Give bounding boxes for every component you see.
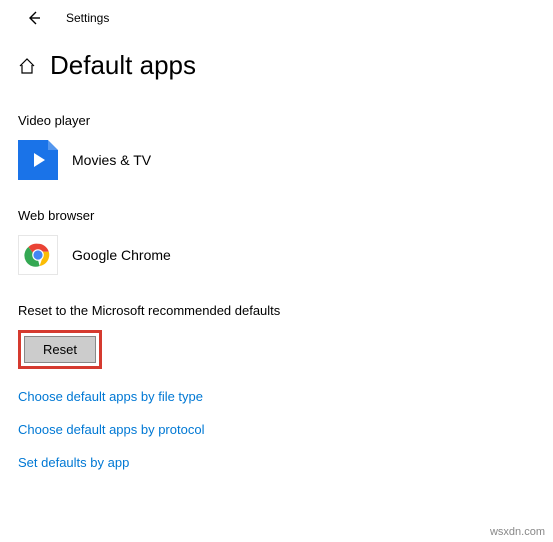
- content-area: Video player Movies & TV Web browser Goo…: [0, 87, 553, 470]
- web-browser-selection[interactable]: Google Chrome: [18, 235, 535, 275]
- video-player-selection[interactable]: Movies & TV: [18, 140, 535, 180]
- title-bar: Settings: [0, 0, 553, 32]
- watermark-text: wsxdn.com: [490, 526, 545, 538]
- window-title: Settings: [66, 11, 109, 25]
- home-icon[interactable]: [18, 57, 36, 75]
- link-set-defaults-by-app[interactable]: Set defaults by app: [18, 455, 535, 470]
- reset-highlight-box: Reset: [18, 330, 102, 369]
- web-browser-app-name: Google Chrome: [72, 247, 171, 263]
- reset-button[interactable]: Reset: [24, 336, 96, 363]
- link-default-by-file-type[interactable]: Choose default apps by file type: [18, 389, 535, 404]
- movies-tv-icon: [18, 140, 58, 180]
- video-player-app-name: Movies & TV: [72, 152, 151, 168]
- video-player-label: Video player: [18, 113, 535, 128]
- back-arrow-icon[interactable]: [26, 10, 42, 26]
- reset-description: Reset to the Microsoft recommended defau…: [18, 303, 535, 318]
- chrome-icon: [18, 235, 58, 275]
- page-title: Default apps: [50, 50, 196, 81]
- page-header: Default apps: [0, 32, 553, 87]
- web-browser-label: Web browser: [18, 208, 535, 223]
- link-default-by-protocol[interactable]: Choose default apps by protocol: [18, 422, 535, 437]
